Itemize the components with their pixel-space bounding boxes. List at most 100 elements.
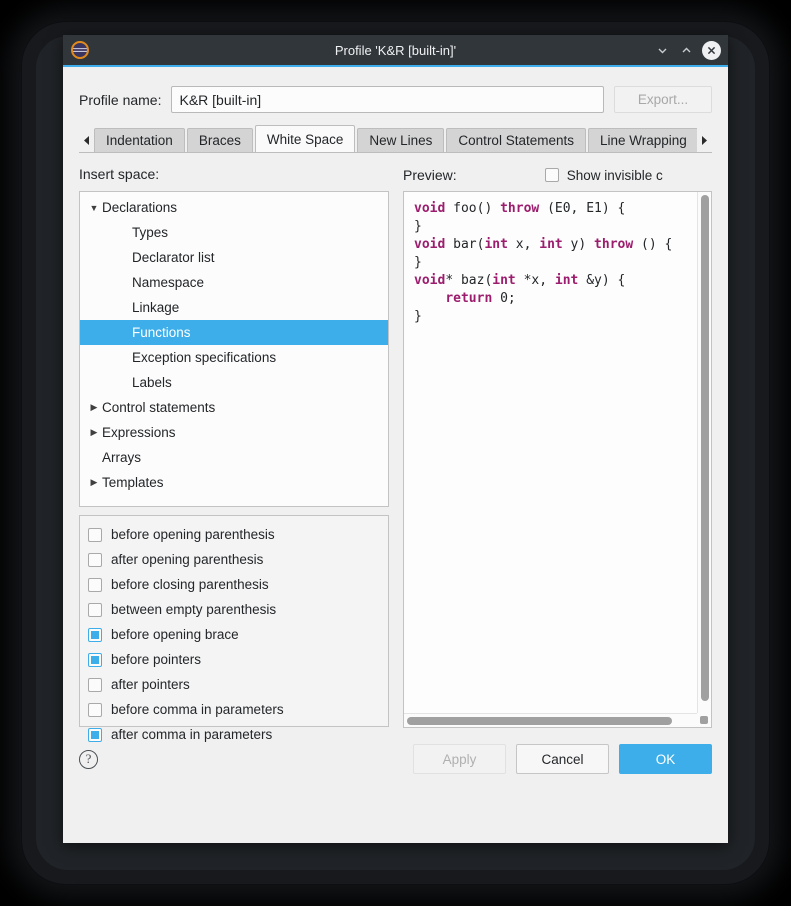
checkbox-icon[interactable] bbox=[88, 527, 102, 542]
checkbox-icon[interactable] bbox=[88, 602, 102, 617]
triangle-left-icon[interactable] bbox=[79, 128, 94, 152]
option-before-opening-parenthesis[interactable]: before opening parenthesis bbox=[88, 522, 388, 547]
tab-control-statements[interactable]: Control Statements bbox=[446, 128, 586, 152]
tree-item-label: Declarations bbox=[102, 200, 178, 215]
preview-horizontal-scrollbar[interactable] bbox=[404, 713, 697, 727]
apply-button[interactable]: Apply bbox=[413, 744, 506, 774]
tree-item-label: Labels bbox=[132, 375, 172, 390]
profile-name-row: Profile name: Export... bbox=[79, 86, 712, 113]
tree-item-label: Namespace bbox=[132, 275, 205, 290]
option-label: before comma in parameters bbox=[111, 702, 284, 717]
help-icon[interactable]: ? bbox=[79, 749, 98, 769]
option-label: after opening parenthesis bbox=[111, 552, 264, 567]
window-titlebar: Profile 'K&R [built-in]' bbox=[63, 35, 728, 67]
checkbox-icon[interactable] bbox=[88, 552, 102, 567]
scrollbar-thumb[interactable] bbox=[701, 195, 709, 701]
window-controls bbox=[651, 39, 728, 61]
category-tree[interactable]: ▼ Declarations Types Declarator list Nam… bbox=[79, 191, 389, 507]
window-title: Profile 'K&R [built-in]' bbox=[334, 42, 457, 58]
triangle-right-icon[interactable]: ▶ bbox=[86, 402, 102, 413]
checkbox-checked-icon[interactable] bbox=[88, 627, 102, 642]
option-before-opening-brace[interactable]: before opening brace bbox=[88, 622, 388, 647]
insert-space-label: Insert space: bbox=[79, 166, 160, 182]
tree-item-labels[interactable]: Labels bbox=[80, 370, 388, 395]
tab-line-wrapping[interactable]: Line Wrapping bbox=[587, 128, 697, 152]
tab-braces[interactable]: Braces bbox=[186, 128, 253, 152]
preview-vertical-scrollbar[interactable] bbox=[697, 192, 711, 727]
option-before-comma-in-parameters[interactable]: before comma in parameters bbox=[88, 697, 388, 722]
close-icon[interactable] bbox=[702, 40, 721, 60]
triangle-right-icon[interactable] bbox=[697, 128, 712, 152]
tree-item-label: Functions bbox=[132, 325, 191, 340]
tree-item-functions[interactable]: Functions bbox=[80, 320, 388, 345]
chevron-down-icon[interactable] bbox=[651, 39, 673, 61]
checkbox-checked-icon[interactable] bbox=[88, 727, 102, 742]
option-before-pointers[interactable]: before pointers bbox=[88, 647, 388, 672]
triangle-down-icon[interactable]: ▼ bbox=[86, 203, 102, 213]
tree-item-types[interactable]: Types bbox=[80, 220, 388, 245]
show-invisible-characters-option[interactable]: Show invisible c bbox=[544, 167, 663, 183]
code-preview-box: void foo() throw (E0, E1) { } void bar(i… bbox=[403, 191, 712, 728]
profile-name-label: Profile name: bbox=[79, 91, 162, 108]
ok-button[interactable]: OK bbox=[619, 744, 712, 774]
preview-header: Preview: Show invisible c bbox=[403, 166, 712, 184]
tree-item-linkage[interactable]: Linkage bbox=[80, 295, 388, 320]
option-label: before closing parenthesis bbox=[111, 577, 269, 592]
tree-item-label: Templates bbox=[102, 475, 164, 490]
panes-container: Insert space: ▼ Declarations Types Decla… bbox=[79, 166, 712, 742]
tree-item-label: Expressions bbox=[102, 425, 176, 440]
scrollbar-thumb[interactable] bbox=[407, 717, 672, 725]
option-after-comma-in-parameters[interactable]: after comma in parameters bbox=[88, 722, 388, 747]
checkbox-icon[interactable] bbox=[88, 577, 102, 592]
option-after-opening-parenthesis[interactable]: after opening parenthesis bbox=[88, 547, 388, 572]
checkbox-icon[interactable] bbox=[88, 702, 102, 717]
tree-item-expressions[interactable]: ▶ Expressions bbox=[80, 420, 388, 445]
preview-pane: Preview: Show invisible c void foo() thr… bbox=[403, 166, 712, 728]
option-label: after pointers bbox=[111, 677, 190, 692]
insert-space-pane: Insert space: ▼ Declarations Types Decla… bbox=[79, 166, 389, 742]
profile-name-input[interactable] bbox=[171, 86, 604, 113]
tree-item-templates[interactable]: ▶ Templates bbox=[80, 470, 388, 495]
option-label: before pointers bbox=[111, 652, 202, 667]
tree-item-label: Arrays bbox=[102, 450, 142, 465]
option-between-empty-parenthesis[interactable]: between empty parenthesis bbox=[88, 597, 388, 622]
desktop-background: Profile 'K&R [built-in]' Profile name: E… bbox=[0, 0, 791, 906]
checkbox-checked-icon[interactable] bbox=[88, 652, 102, 667]
tree-item-label: Control statements bbox=[102, 400, 216, 415]
option-label: between empty parenthesis bbox=[111, 602, 277, 617]
tree-item-label: Exception specifications bbox=[132, 350, 277, 365]
tree-item-exception-specifications[interactable]: Exception specifications bbox=[80, 345, 388, 370]
export-button[interactable]: Export... bbox=[614, 86, 712, 113]
tab-white-space[interactable]: White Space bbox=[254, 125, 356, 152]
footer-buttons: Apply Cancel OK bbox=[413, 744, 712, 774]
tree-item-declarator-list[interactable]: Declarator list bbox=[80, 245, 388, 270]
triangle-right-icon[interactable]: ▶ bbox=[86, 477, 102, 488]
tree-item-arrays[interactable]: Arrays bbox=[80, 445, 388, 470]
tab-indentation[interactable]: Indentation bbox=[94, 128, 185, 152]
tab-new-lines[interactable]: New Lines bbox=[357, 128, 445, 152]
profile-dialog-window: Profile 'K&R [built-in]' Profile name: E… bbox=[63, 35, 728, 843]
eclipse-icon bbox=[71, 41, 89, 59]
tree-item-control-statements[interactable]: ▶ Control statements bbox=[80, 395, 388, 420]
checkbox-icon[interactable] bbox=[544, 168, 559, 182]
option-label: after comma in parameters bbox=[111, 727, 273, 742]
option-label: before opening parenthesis bbox=[111, 527, 275, 542]
tabs-container: Indentation Braces White Space New Lines… bbox=[94, 125, 697, 152]
chevron-up-icon[interactable] bbox=[675, 39, 697, 61]
preview-label: Preview: bbox=[403, 167, 457, 183]
tree-item-namespace[interactable]: Namespace bbox=[80, 270, 388, 295]
tree-item-label: Linkage bbox=[132, 300, 180, 315]
triangle-right-icon[interactable]: ▶ bbox=[86, 427, 102, 438]
option-label: before opening brace bbox=[111, 627, 239, 642]
cancel-button[interactable]: Cancel bbox=[516, 744, 609, 774]
scrollbar-corner bbox=[697, 713, 711, 727]
settings-tabbar: Indentation Braces White Space New Lines… bbox=[79, 125, 712, 153]
checkbox-icon[interactable] bbox=[88, 677, 102, 692]
space-options-list: before opening parenthesis after opening… bbox=[79, 515, 389, 742]
option-after-pointers[interactable]: after pointers bbox=[88, 672, 388, 697]
tree-item-label: Declarator list bbox=[132, 250, 215, 265]
tree-item-label: Types bbox=[132, 225, 169, 240]
show-invisible-label: Show invisible c bbox=[566, 167, 663, 183]
tree-item-declarations[interactable]: ▼ Declarations bbox=[80, 195, 388, 220]
option-before-closing-parenthesis[interactable]: before closing parenthesis bbox=[88, 572, 388, 597]
